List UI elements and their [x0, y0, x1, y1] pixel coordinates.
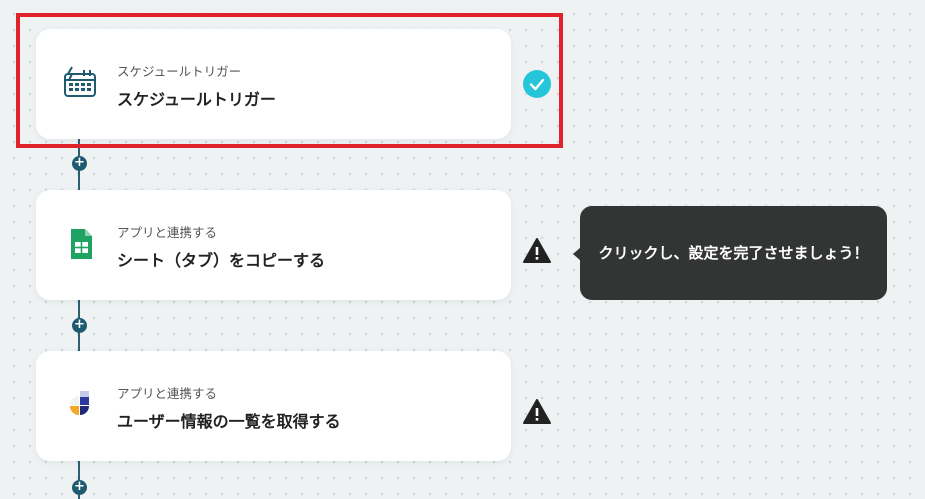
step-card-schedule-trigger[interactable]: スケジュールトリガー スケジュールトリガー	[36, 29, 511, 139]
warning-icon	[522, 397, 552, 427]
step-card-copy-sheet[interactable]: アプリと連携する シート（タブ）をコピーする	[36, 190, 511, 300]
google-sheets-icon	[62, 226, 98, 262]
tooltip: クリックし、設定を完了させましょう！	[580, 206, 887, 300]
check-icon	[522, 69, 552, 99]
step-subtitle: アプリと連携する	[117, 386, 218, 401]
step-title: スケジュールトリガー	[117, 90, 276, 109]
step-card-get-users[interactable]: アプリと連携する ユーザー情報の一覧を取得する	[36, 351, 511, 461]
step-subtitle: アプリと連携する	[117, 225, 218, 240]
app-logo-icon	[62, 387, 98, 423]
add-step-button[interactable]: +	[72, 318, 87, 333]
warning-icon	[522, 236, 552, 266]
step-title: ユーザー情報の一覧を取得する	[117, 412, 341, 431]
add-step-button[interactable]: +	[72, 156, 87, 171]
calendar-clock-icon	[62, 65, 98, 101]
step-title: シート（タブ）をコピーする	[117, 251, 326, 270]
add-step-button[interactable]: +	[72, 480, 87, 495]
step-subtitle: スケジュールトリガー	[117, 64, 242, 79]
